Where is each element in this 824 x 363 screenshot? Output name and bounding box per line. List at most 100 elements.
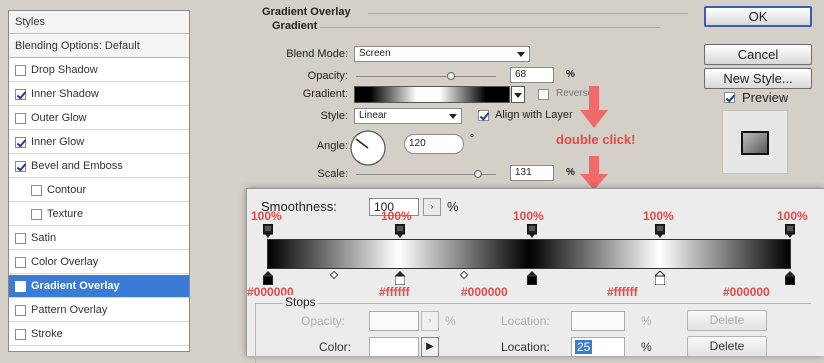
style-item-contour[interactable]: Contour bbox=[9, 179, 189, 202]
opacity-slider-track[interactable] bbox=[356, 76, 496, 77]
style-item-color-overlay[interactable]: Color Overlay bbox=[9, 251, 189, 274]
stop-opacity-input[interactable] bbox=[369, 311, 419, 331]
color-overlay-checkbox[interactable] bbox=[15, 256, 26, 268]
opacity-label: Opacity: bbox=[307, 70, 348, 82]
color-stop-marker[interactable] bbox=[263, 271, 273, 285]
outer-glow-checkbox[interactable] bbox=[15, 112, 26, 124]
smoothness-stepper[interactable]: › bbox=[423, 198, 441, 216]
style-item-pattern-overlay[interactable]: Pattern Overlay bbox=[9, 299, 189, 322]
gradient-ramp[interactable] bbox=[267, 239, 791, 269]
styles-header[interactable]: Styles bbox=[9, 11, 189, 34]
style-item-stroke[interactable]: Stroke bbox=[9, 323, 189, 346]
style-select[interactable]: Linear bbox=[354, 108, 462, 124]
styles-header-label: Styles bbox=[15, 16, 45, 28]
scale-slider-thumb[interactable] bbox=[473, 170, 482, 178]
stroke-checkbox[interactable] bbox=[15, 328, 26, 340]
color-stop-label: #ffffff bbox=[607, 285, 638, 299]
preview-swatch bbox=[722, 110, 788, 174]
group-divider bbox=[320, 27, 660, 28]
style-item-drop-shadow[interactable]: Drop Shadow bbox=[9, 59, 189, 82]
blending-options-item[interactable]: Blending Options: Default bbox=[9, 35, 189, 58]
style-item-bevel-emboss[interactable]: Bevel and Emboss bbox=[9, 155, 189, 178]
opacity-input[interactable]: 68 bbox=[510, 67, 554, 83]
gradient-preview-swatch[interactable] bbox=[354, 86, 510, 103]
angle-dial[interactable] bbox=[348, 128, 388, 168]
stop-delete2-button[interactable]: Delete bbox=[687, 336, 767, 357]
style-item-label: Color Overlay bbox=[31, 256, 99, 268]
opacity-stop-marker[interactable] bbox=[395, 224, 405, 238]
opacity-stop-marker[interactable] bbox=[263, 224, 273, 238]
stop-opacity-unit: % bbox=[445, 314, 456, 328]
gradient-dropdown-button[interactable] bbox=[511, 86, 525, 103]
opacity-stop-label: 100% bbox=[643, 209, 674, 223]
opacity-slider-thumb[interactable] bbox=[447, 72, 456, 80]
gradient-editor-panel: Smoothness: 100 › % 100% 100% 100% 100% … bbox=[246, 188, 824, 363]
opacity-stop-marker[interactable] bbox=[655, 224, 665, 238]
blend-mode-label: Blend Mode: bbox=[286, 48, 348, 60]
reverse-checkbox[interactable] bbox=[538, 89, 549, 100]
color-stop-label: #000000 bbox=[461, 285, 508, 299]
cancel-button[interactable]: Cancel bbox=[704, 44, 812, 65]
scale-value: 131 bbox=[515, 167, 532, 178]
inner-glow-checkbox[interactable] bbox=[15, 136, 26, 148]
preview-checkbox[interactable] bbox=[724, 92, 735, 103]
gradient-overlay-checkbox[interactable] bbox=[15, 280, 26, 292]
style-item-label: Gradient Overlay bbox=[31, 280, 120, 292]
ok-button[interactable]: OK bbox=[704, 6, 812, 27]
color-stop-marker[interactable] bbox=[527, 271, 537, 285]
stop-color-label: Color: bbox=[319, 340, 352, 354]
blend-mode-select[interactable]: Screen bbox=[354, 46, 530, 62]
color-stop-marker[interactable] bbox=[395, 271, 405, 285]
stop-color-picker-button[interactable]: ▶ bbox=[421, 337, 439, 357]
opacity-stop-marker[interactable] bbox=[785, 224, 795, 238]
scale-input[interactable]: 131 bbox=[510, 165, 554, 181]
stop-location-input[interactable] bbox=[571, 311, 625, 331]
stop-delete-button[interactable]: Delete bbox=[687, 310, 767, 331]
bevel-emboss-checkbox[interactable] bbox=[15, 160, 26, 172]
style-item-outer-glow[interactable]: Outer Glow bbox=[9, 107, 189, 130]
style-item-texture[interactable]: Texture bbox=[9, 203, 189, 226]
color-stop-marker[interactable] bbox=[785, 271, 795, 285]
drop-shadow-checkbox[interactable] bbox=[15, 64, 26, 76]
style-item-label: Pattern Overlay bbox=[31, 304, 108, 316]
gradient-label: Gradient: bbox=[302, 88, 348, 100]
opacity-stop-marker[interactable] bbox=[527, 224, 537, 238]
align-with-layer-checkbox[interactable] bbox=[478, 110, 489, 121]
stop-color-swatch[interactable] bbox=[369, 337, 419, 357]
stops-title: Stops bbox=[283, 295, 318, 309]
inner-shadow-checkbox[interactable] bbox=[15, 88, 26, 100]
style-item-label: Contour bbox=[47, 184, 87, 196]
contour-checkbox[interactable] bbox=[31, 184, 42, 196]
overlay-title: Gradient Overlay bbox=[262, 6, 351, 18]
opacity-unit: % bbox=[566, 69, 575, 80]
style-item-gradient-overlay[interactable]: Gradient Overlay bbox=[9, 275, 189, 298]
style-item-inner-shadow[interactable]: Inner Shadow bbox=[9, 83, 189, 106]
stop-opacity-stepper[interactable]: › bbox=[421, 311, 439, 331]
down-arrow-icon bbox=[580, 156, 608, 190]
new-style-button[interactable]: New Style... bbox=[704, 68, 812, 89]
smoothness-unit: % bbox=[447, 199, 459, 214]
style-item-inner-glow[interactable]: Inner Glow bbox=[9, 131, 189, 154]
texture-checkbox[interactable] bbox=[31, 208, 42, 220]
midpoint-diamond[interactable] bbox=[459, 270, 469, 280]
styles-list: Styles Blending Options: Default Drop Sh… bbox=[8, 10, 190, 352]
color-stop-label: #000000 bbox=[723, 285, 770, 299]
blend-mode-value: Screen bbox=[359, 48, 391, 59]
pattern-overlay-checkbox[interactable] bbox=[15, 304, 26, 316]
angle-input[interactable]: 120 bbox=[404, 134, 464, 154]
stop-location-unit: % bbox=[641, 314, 652, 328]
angle-unit: ° bbox=[470, 133, 474, 144]
stop-location2-input[interactable]: 25 bbox=[571, 337, 625, 357]
style-item-satin[interactable]: Satin bbox=[9, 227, 189, 250]
angle-value: 120 bbox=[409, 138, 426, 149]
style-item-label: Satin bbox=[31, 232, 57, 244]
chevron-down-icon bbox=[517, 52, 525, 57]
style-item-label: Inner Glow bbox=[31, 136, 85, 148]
color-stop-marker[interactable] bbox=[655, 271, 665, 285]
stop-location2-label: Location: bbox=[501, 340, 550, 354]
scale-unit: % bbox=[566, 167, 575, 178]
stop-location2-unit: % bbox=[641, 340, 652, 354]
style-item-label: Outer Glow bbox=[31, 112, 87, 124]
midpoint-diamond[interactable] bbox=[329, 270, 339, 280]
satin-checkbox[interactable] bbox=[15, 232, 26, 244]
